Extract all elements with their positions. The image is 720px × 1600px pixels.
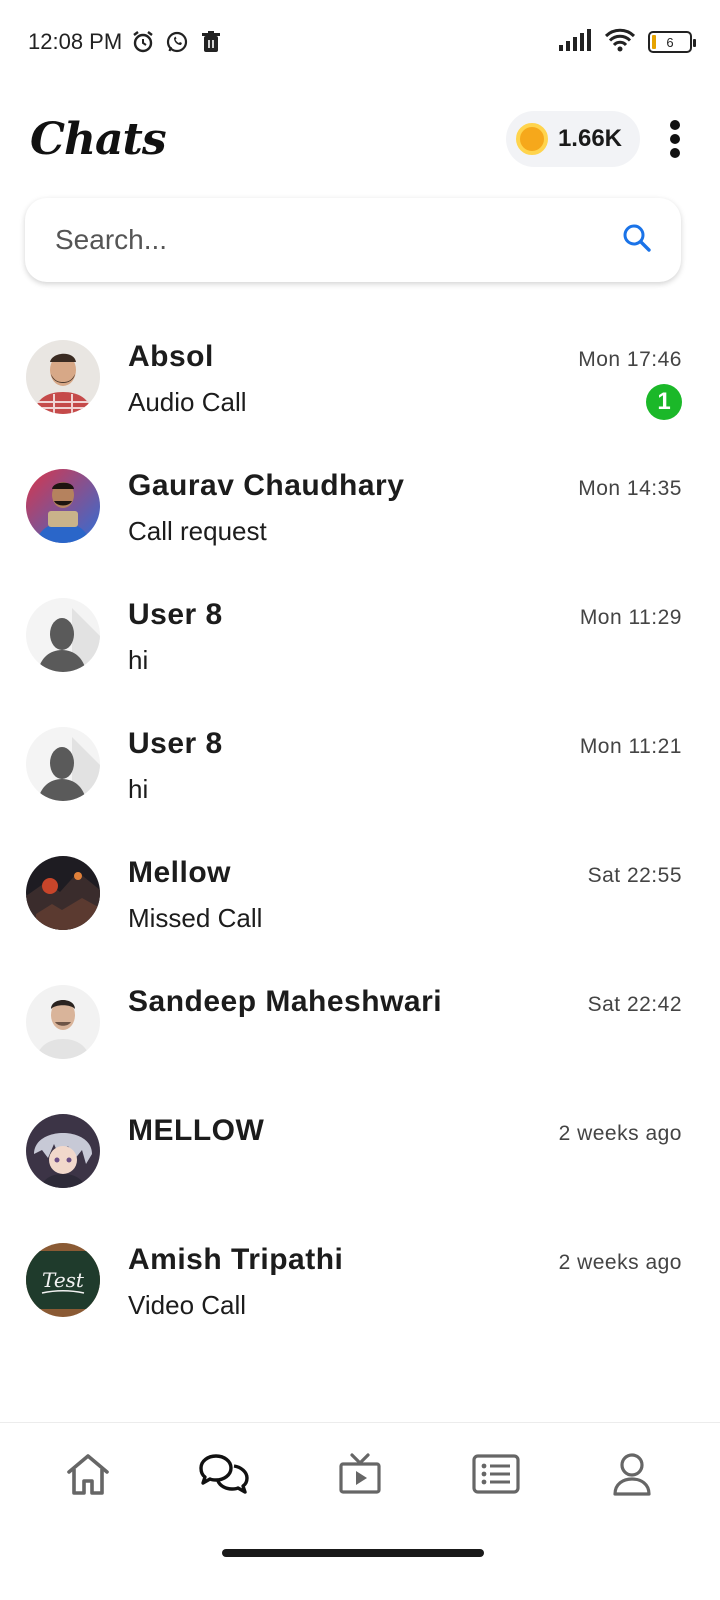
chat-content: MELLOW 2 weeks ago [128,1114,682,1194]
avatar[interactable] [26,598,100,672]
chat-item[interactable]: Test Amish Tripathi 2 weeks ago Video Ca… [0,1215,720,1344]
bottom-navigation [0,1422,720,1530]
chat-name: User 8 [128,727,223,760]
chat-item[interactable]: MELLOW 2 weeks ago [0,1086,720,1215]
chat-content: User 8 Mon 11:29 hi [128,598,682,678]
battery-level: 6 [666,34,674,50]
chat-name: Mellow [128,856,232,889]
chat-item[interactable]: Absol Mon 17:46 Audio Call 1 [0,312,720,441]
nav-home[interactable] [43,1437,133,1517]
chat-last-message: hi [128,773,149,804]
status-bar-right: 6 [558,28,696,57]
wifi-icon [604,28,636,57]
chat-content: Sandeep Maheshwari Sat 22:42 [128,985,682,1065]
chat-name: MELLOW [128,1114,265,1147]
chat-time: Mon 17:46 [578,348,682,371]
chat-item[interactable]: User 8 Mon 11:29 hi [0,570,720,699]
nav-tv[interactable] [315,1437,405,1517]
nav-chats[interactable] [179,1437,269,1517]
chat-content: Mellow Sat 22:55 Missed Call [128,856,682,936]
trash-icon [198,29,224,55]
avatar[interactable] [26,469,100,543]
chat-time: Mon 11:21 [579,735,682,758]
battery-icon: 6 [648,31,696,53]
status-time: 12:08 PM [28,29,123,54]
whatsapp-icon [164,29,190,55]
chat-name: Amish Tripathi [128,1243,344,1276]
coin-balance-value: 1.66K [557,125,622,152]
more-options-button[interactable] [660,114,690,164]
chat-item[interactable]: Gaurav Chaudhary Mon 14:35 Call request [0,441,720,570]
chat-last-message: Video Call [128,1289,247,1320]
header-actions: 1.66K [505,111,690,167]
chat-time: Mon 11:29 [579,606,682,629]
chat-last-message: Missed Call [128,902,263,933]
chat-content: Amish Tripathi 2 weeks ago Video Call [128,1243,682,1323]
chat-last-message: hi [128,644,149,675]
chat-content: User 8 Mon 11:21 hi [128,727,682,807]
chats-icon [197,1452,251,1501]
avatar[interactable] [26,856,100,930]
list-icon [472,1454,520,1499]
chat-item[interactable]: User 8 Mon 11:21 hi [0,699,720,828]
chat-time: 2 weeks ago [558,1251,682,1274]
avatar[interactable]: Test [26,1243,100,1317]
chats-screen: 12:08 PM 6 Chats 1.66K Search... Absol M… [0,0,720,1600]
avatar-text: Test [42,1268,85,1292]
avatar[interactable] [26,340,100,414]
avatar[interactable] [26,1114,100,1188]
nav-profile[interactable] [587,1437,677,1517]
unread-badge: 1 [646,384,682,420]
nav-list[interactable] [451,1437,541,1517]
profile-icon [612,1452,652,1501]
chat-time: Sat 22:42 [587,993,682,1016]
tv-icon [338,1452,382,1501]
chat-content: Gaurav Chaudhary Mon 14:35 Call request [128,469,682,549]
app-header: Chats 1.66K [0,84,720,194]
chat-last-message: Call request [128,515,267,546]
coin-balance[interactable]: 1.66K [505,111,640,167]
chat-list: Absol Mon 17:46 Audio Call 1 Gaurav Chau… [0,312,720,1344]
chat-name: Sandeep Maheshwari [128,985,443,1018]
search-icon[interactable] [621,222,653,259]
chat-time: Sat 22:55 [587,864,682,887]
coin-icon [515,123,548,155]
search-bar [25,198,681,282]
page-title: Chats [30,113,167,165]
chat-name: Gaurav Chaudhary [128,469,405,502]
chat-item[interactable]: Sandeep Maheshwari Sat 22:42 [0,957,720,1086]
chat-name: Absol [128,340,214,373]
chat-time: 2 weeks ago [558,1122,682,1145]
home-icon [65,1452,111,1501]
avatar[interactable] [26,727,100,801]
chat-last-message: Audio Call [128,386,247,417]
avatar[interactable] [26,985,100,1059]
chat-time: Mon 14:35 [578,477,682,500]
status-bar-left: 12:08 PM [28,29,224,55]
chat-item[interactable]: Mellow Sat 22:55 Missed Call [0,828,720,957]
chat-content: Absol Mon 17:46 Audio Call 1 [128,340,682,420]
status-bar: 12:08 PM 6 [0,0,720,84]
signal-icon [558,28,592,57]
chat-name: User 8 [128,598,223,631]
home-indicator[interactable] [222,1549,484,1557]
alarm-icon [130,29,156,55]
search-input[interactable] [55,224,595,256]
